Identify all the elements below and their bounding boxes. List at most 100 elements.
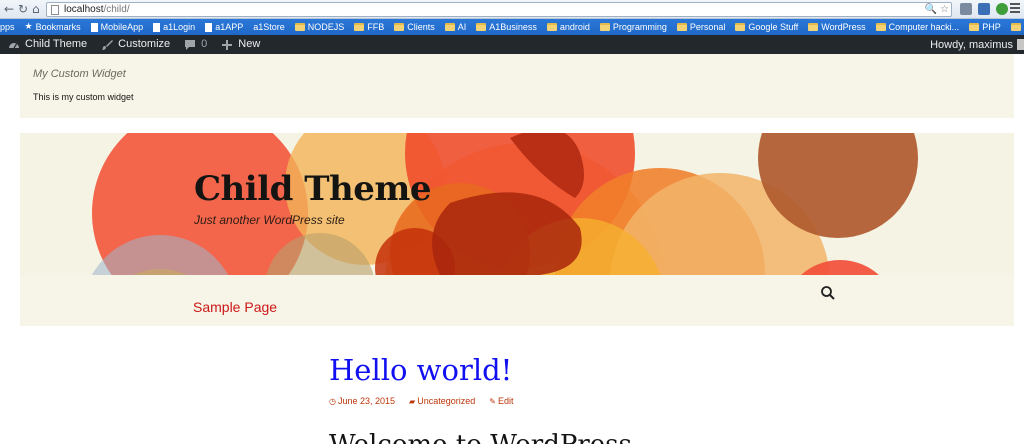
pencil-icon: ✎: [489, 396, 496, 406]
folder-icon: [875, 23, 886, 31]
bookmark-star-icon[interactable]: ☆: [940, 3, 949, 16]
main-navigation: Sample Page: [20, 275, 1014, 326]
bookmark-item[interactable]: a1Store: [253, 19, 285, 35]
bookmark-item[interactable]: Google Stuff: [735, 19, 798, 35]
browser-toolbar: ← ↻ ⌂ localhost/child/ 🔍 ☆: [0, 0, 1024, 19]
bookmark-item[interactable]: a1APP: [205, 19, 243, 35]
home-icon[interactable]: ⌂: [32, 2, 40, 16]
bookmark-label: FFB: [367, 22, 385, 32]
folder-icon: [354, 23, 365, 31]
bookmark-label: Programming: [612, 22, 667, 32]
bookmark-item[interactable]: android: [546, 19, 590, 35]
bookmark-label: A1Business: [489, 22, 537, 32]
page-icon: [205, 22, 213, 32]
post-title-link[interactable]: Hello world!: [329, 353, 512, 387]
post-date-link[interactable]: ◷ June 23, 2015: [329, 396, 395, 406]
bookmark-label: Personal: [689, 22, 726, 32]
bookmark-item[interactable]: Clients: [394, 19, 435, 35]
post-category-link[interactable]: ▰ Uncategorized: [409, 396, 475, 406]
page-icon: [90, 22, 98, 32]
folder-icon: [476, 23, 487, 31]
folder-icon: [599, 23, 610, 31]
site-title[interactable]: Child Theme: [194, 169, 431, 209]
folder-icon: [1010, 23, 1021, 31]
folder-icon: [735, 23, 746, 31]
post-category: Uncategorized: [417, 396, 476, 406]
bookmark-item[interactable]: A1Business: [476, 19, 537, 35]
header-image: [91, 133, 918, 275]
bookmark-label: android: [559, 22, 590, 32]
site-header[interactable]: Child Theme Just another WordPress site: [20, 133, 1014, 275]
bookmark-label: a1Store: [253, 22, 285, 32]
avatar: [1017, 39, 1024, 50]
bookmark-item[interactable]: Computer hacki...: [875, 19, 960, 35]
dashboard-icon: [8, 39, 20, 51]
comment-bubble-icon: [184, 39, 196, 51]
bookmark-item[interactable]: PHP: [969, 19, 1001, 35]
nav-item-sample-page[interactable]: Sample Page: [193, 299, 277, 315]
bookmark-label: Bookmarks: [35, 22, 81, 32]
search-icon[interactable]: [820, 285, 836, 301]
star-icon: ★: [24, 22, 33, 32]
bookmark-item[interactable]: FFB: [354, 19, 384, 35]
folder-icon: [808, 23, 819, 31]
bookmark-item[interactable]: pps: [0, 19, 15, 35]
plus-icon: [221, 39, 233, 51]
bookmark-label: MobileApp: [100, 22, 144, 32]
main-content: Hello world! ◷ June 23, 2015 ▰ Uncategor…: [20, 326, 1014, 444]
bookmarks-bar: pps ★ Bookmarks MobileApp a1Login a1APP a1Stor…: [0, 19, 1024, 35]
post-edit-link[interactable]: ✎ Edit: [489, 396, 513, 406]
bookmark-item[interactable]: AI: [444, 19, 466, 35]
folder-icon: [546, 23, 557, 31]
customize-label: Customize: [118, 38, 171, 50]
bookmark-item[interactable]: NODEJS: [294, 19, 345, 35]
zoom-icon[interactable]: 🔍: [925, 3, 937, 16]
post-edit: Edit: [497, 396, 514, 406]
bookmark-label: WordPress: [821, 22, 866, 32]
extension-icon[interactable]: [960, 3, 972, 15]
bookmark-label: NODEJS: [307, 22, 345, 32]
new-label: New: [238, 38, 261, 50]
folder-icon: [676, 23, 687, 31]
bookmark-item[interactable]: ★ Bookmarks: [25, 19, 81, 35]
bookmark-item[interactable]: Programming: [599, 19, 667, 35]
site-name-menu[interactable]: Child Theme: [8, 35, 87, 54]
folder-icon: [444, 23, 455, 31]
url-text: localhost/child/: [64, 4, 130, 15]
extension-icon[interactable]: [978, 3, 990, 15]
back-icon[interactable]: ←: [4, 2, 14, 16]
widget-title: My Custom Widget: [33, 68, 126, 80]
comments-count: 0: [201, 38, 208, 50]
bookmark-item[interactable]: Other b: [1010, 19, 1024, 35]
extension-icon[interactable]: [996, 3, 1008, 15]
post-date: June 23, 2015: [337, 396, 396, 406]
page-icon: [51, 5, 59, 15]
browser-menu-icon[interactable]: [1010, 3, 1020, 15]
bookmark-label: Google Stuff: [748, 22, 799, 32]
bookmark-item[interactable]: Personal: [676, 19, 726, 35]
new-content-menu[interactable]: New: [221, 35, 260, 54]
wp-admin-bar: Child Theme Customize 0 New Howdy, maxim…: [0, 35, 1024, 54]
bookmark-label: Computer hacki...: [888, 22, 960, 32]
folder-icon: ▰: [409, 396, 416, 406]
folder-icon: [294, 23, 305, 31]
site-description: Just another WordPress site: [194, 213, 345, 227]
bookmark-label: pps: [0, 22, 15, 32]
folder-icon: [394, 23, 405, 31]
post-meta: ◷ June 23, 2015 ▰ Uncategorized ✎ Edit: [329, 396, 527, 406]
bookmark-label: PHP: [982, 22, 1001, 32]
customize-link[interactable]: Customize: [101, 35, 170, 54]
bookmark-label: a1Login: [163, 22, 196, 32]
bookmark-item[interactable]: a1Login: [153, 19, 195, 35]
page-icon: [153, 22, 161, 32]
reload-icon[interactable]: ↻: [18, 2, 28, 16]
widget-text: This is my custom widget: [33, 92, 134, 102]
my-account-menu[interactable]: Howdy, maximus: [930, 35, 1024, 54]
bookmark-item[interactable]: WordPress: [808, 19, 866, 35]
bookmark-item[interactable]: MobileApp: [90, 19, 144, 35]
brush-icon: [101, 39, 114, 51]
post-content-heading: Welcome to WordPress: [329, 430, 632, 444]
address-bar[interactable]: localhost/child/ 🔍 ☆: [46, 2, 952, 17]
comments-link[interactable]: 0: [184, 35, 207, 54]
bookmark-label: Clients: [407, 22, 435, 32]
